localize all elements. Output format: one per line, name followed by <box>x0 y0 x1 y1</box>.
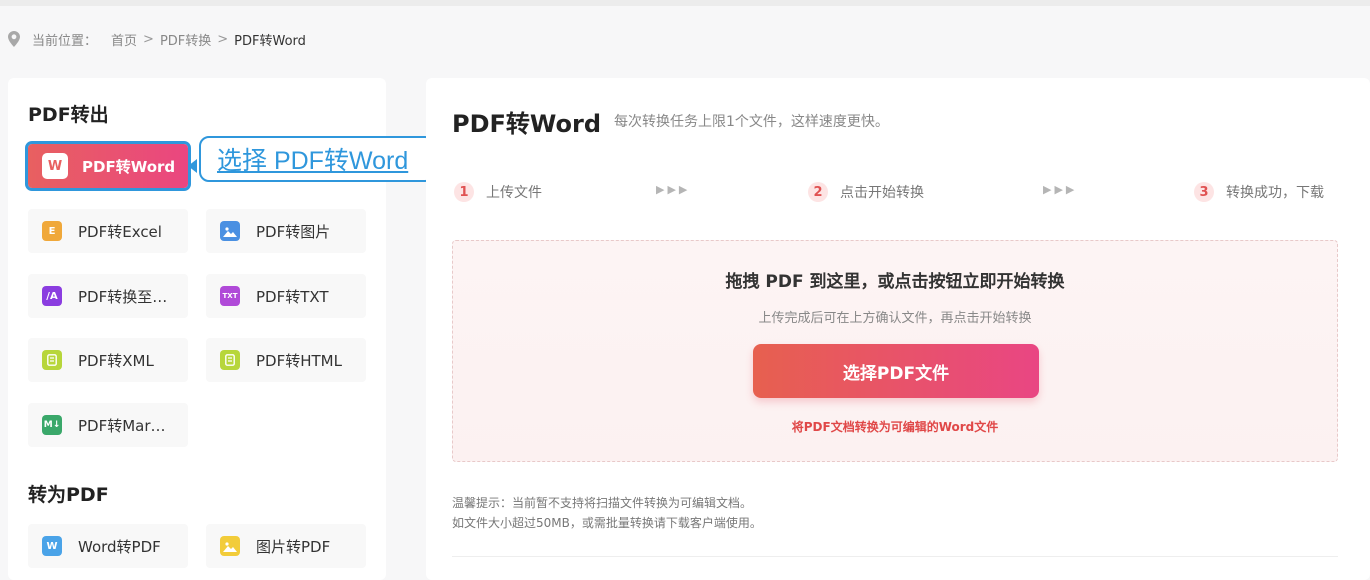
step-label: 上传文件 <box>486 185 542 201</box>
step-arrows-icon: ▶▶▶ <box>656 183 691 196</box>
dropzone-title: 拖拽 PDF 到这里，或点击按钮立即开始转换 <box>725 272 1065 292</box>
callout-arrow <box>188 159 197 173</box>
tool-label: PDF转XML <box>78 351 154 370</box>
tool-label: PDF转Excel <box>78 222 162 241</box>
document-icon <box>42 350 62 370</box>
tool-pdf-to-html[interactable]: PDF转HTML <box>206 338 366 382</box>
breadcrumb-separator: > <box>143 31 154 47</box>
tool-label: PDF转TXT <box>256 287 329 306</box>
top-bar <box>0 0 1370 6</box>
step-label: 点击开始转换 <box>840 185 924 201</box>
tool-label: PDF转图片 <box>256 222 331 241</box>
markdown-icon: M↓ <box>42 415 62 435</box>
divider <box>452 556 1338 557</box>
tool-pdf-to-other[interactable]: /A PDF转换至… <box>28 274 188 318</box>
tool-pdf-to-markdown[interactable]: M↓ PDF转Mar… <box>28 403 188 447</box>
word-icon: W <box>42 536 62 556</box>
document-icon <box>220 350 240 370</box>
excel-icon: E <box>42 221 62 241</box>
step-label: 转换成功，下载 <box>1226 185 1324 201</box>
section-title-export: PDF转出 <box>28 104 109 126</box>
breadcrumb-current: PDF转Word <box>234 33 306 49</box>
main-panel: PDF转Word 每次转换任务上限1个文件，这样速度更快。 1 上传文件 ▶▶▶… <box>426 78 1370 580</box>
location-pin-icon <box>8 31 22 47</box>
tool-pdf-to-xml[interactable]: PDF转XML <box>28 338 188 382</box>
tool-pdf-to-excel[interactable]: E PDF转Excel <box>28 209 188 253</box>
breadcrumb-label: 当前位置： <box>32 33 98 49</box>
step-convert: 2 点击开始转换 <box>808 182 924 202</box>
step-download: 3 转换成功，下载 <box>1194 182 1324 202</box>
tip-line: 温馨提示：当前暂不支持将扫描文件转换为可编辑文档。 <box>452 496 753 510</box>
tips-text: 温馨提示：当前暂不支持将扫描文件转换为可编辑文档。 如文件大小超过50MB，或需… <box>452 493 762 533</box>
step-upload: 1 上传文件 <box>454 182 542 202</box>
txt-icon: TXT <box>220 286 240 306</box>
dropzone-hint: 上传完成后可在上方确认文件，再点击开始转换 <box>758 311 1032 326</box>
page-title: PDF转Word <box>452 110 602 138</box>
step-number: 3 <box>1194 182 1214 202</box>
section-title-import: 转为PDF <box>28 484 109 506</box>
image-icon <box>220 536 240 556</box>
tool-image-to-pdf[interactable]: 图片转PDF <box>206 524 366 568</box>
tool-pdf-to-txt[interactable]: TXT PDF转TXT <box>206 274 366 318</box>
breadcrumb-separator: > <box>217 31 229 47</box>
tool-pdf-to-image[interactable]: PDF转图片 <box>206 209 366 253</box>
breadcrumb-home[interactable]: 首页 <box>111 30 137 49</box>
select-pdf-button[interactable]: 选择PDF文件 <box>753 344 1039 398</box>
tool-pdf-to-word[interactable]: W PDF转Word <box>25 141 191 191</box>
tool-label: 图片转PDF <box>256 537 331 556</box>
tool-label: PDF转换至… <box>78 287 168 306</box>
callout-annotation: 选择 PDF转Word <box>199 136 435 182</box>
file-dropzone[interactable]: 拖拽 PDF 到这里，或点击按钮立即开始转换 上传完成后可在上方确认文件，再点击… <box>452 240 1338 462</box>
tool-label: PDF转HTML <box>256 351 342 370</box>
image-icon <box>220 221 240 241</box>
breadcrumb: 当前位置： 首页 > PDF转换 > PDF转Word <box>8 29 306 49</box>
step-arrows-icon: ▶▶▶ <box>1043 183 1078 196</box>
step-number: 1 <box>454 182 474 202</box>
page-subtitle: 每次转换任务上限1个文件，这样速度更快。 <box>614 114 889 130</box>
tip-line: 如文件大小超过50MB，或需批量转换请下载客户端使用。 <box>452 516 762 530</box>
tool-label: PDF转Word <box>82 157 176 176</box>
dropzone-note: 将PDF文档转换为可编辑的Word文件 <box>791 420 999 434</box>
breadcrumb-pdf-convert[interactable]: PDF转换 <box>160 30 211 49</box>
tool-word-to-pdf[interactable]: W Word转PDF <box>28 524 188 568</box>
convert-icon: /A <box>42 286 62 306</box>
tool-label: PDF转Mar… <box>78 416 166 435</box>
step-number: 2 <box>808 182 828 202</box>
tool-label: Word转PDF <box>78 537 161 556</box>
word-icon: W <box>42 153 68 179</box>
